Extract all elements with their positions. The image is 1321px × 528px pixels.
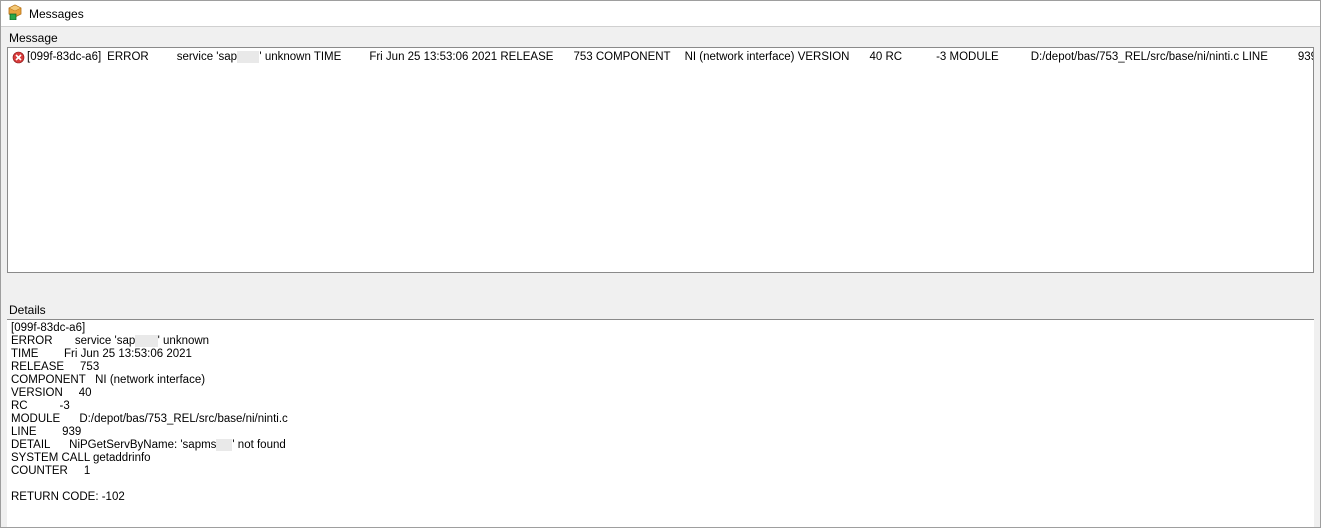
msg-line: 939 DETAIL	[1274, 51, 1314, 63]
details-section-label: Details	[1, 299, 1320, 319]
msg-time: Fri Jun 25 13:53:06 2021 RELEASE	[347, 51, 559, 63]
error-icon	[12, 51, 27, 64]
msg-id: [099f-83dc-a6]	[27, 51, 107, 63]
messages-window: Messages Message [099f-83dc-a6] ERROR se…	[0, 0, 1321, 528]
d-l7: RC -3	[11, 400, 70, 412]
d-l3: TIME Fri Jun 25 13:53:06 2021	[11, 348, 192, 360]
msg-rc: -3 MODULE	[908, 51, 1005, 63]
msg-component: NI (network interface) VERSION	[677, 51, 856, 63]
d-l6: VERSION 40	[11, 387, 92, 399]
message-section-label: Message	[1, 27, 1320, 47]
spacer	[1, 273, 1320, 299]
titlebar: Messages	[1, 1, 1320, 27]
message-row[interactable]: [099f-83dc-a6] ERROR service 'sap ' unkn…	[8, 48, 1313, 66]
d-l5: COMPONENT NI (network interface)	[11, 374, 205, 386]
gap	[155, 51, 177, 63]
message-list[interactable]: [099f-83dc-a6] ERROR service 'sap ' unkn…	[7, 47, 1314, 273]
window-title: Messages	[29, 7, 84, 21]
d-l12: COUNTER 1	[11, 465, 90, 477]
msg-version: 40 RC	[855, 51, 908, 63]
d-l13: RETURN CODE: -102	[11, 491, 125, 503]
msg-module: D:/depot/bas/753_REL/src/base/ni/ninti.c…	[1005, 51, 1274, 63]
msg-level: ERROR	[107, 51, 155, 63]
msg-desc-pre: service 'sap	[177, 51, 237, 63]
d-l4: RELEASE 753	[11, 361, 99, 373]
d-l2b: ' unknown	[158, 335, 209, 347]
msg-desc-masked	[237, 51, 259, 63]
d-l2m	[135, 335, 157, 347]
d-l11: SYSTEM CALL getaddrinfo	[11, 452, 151, 464]
d-l8: MODULE D:/depot/bas/753_REL/src/base/ni/…	[11, 413, 288, 425]
msg-desc-suf: ' unknown TIME	[259, 51, 347, 63]
d-l9: LINE 939	[11, 426, 81, 438]
d-l10a: DETAIL NiPGetServByName: 'sapms	[11, 439, 216, 451]
app-icon	[7, 4, 23, 23]
d-l10b: ' not found	[232, 439, 285, 451]
d-l10m	[216, 439, 232, 451]
msg-release: 753 COMPONENT	[559, 51, 676, 63]
d-l1: [099f-83dc-a6]	[11, 322, 85, 334]
d-l2a: ERROR service 'sap	[11, 335, 135, 347]
details-text[interactable]: [099f-83dc-a6] ERROR service 'sap ' unkn…	[7, 319, 1314, 527]
